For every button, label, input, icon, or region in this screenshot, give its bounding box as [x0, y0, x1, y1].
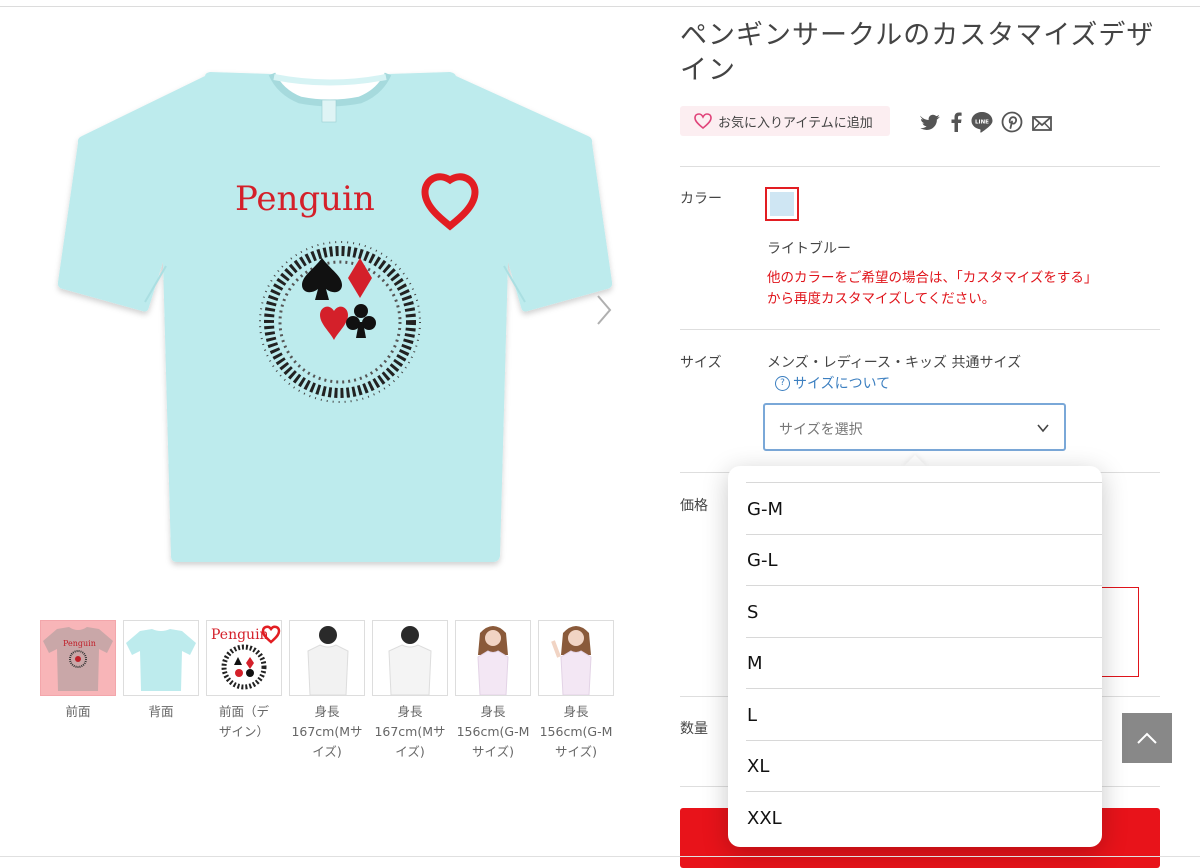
size-option-xl[interactable]: XL	[746, 741, 1102, 792]
color-note: 他のカラーをご希望の場合は、「カスタマイズをする」 から再度カスタマイズしてくだ…	[767, 268, 1167, 310]
size-option-label: S	[747, 602, 759, 623]
price-option-box[interactable]	[1100, 587, 1139, 677]
thumbnail-label: 前面	[65, 704, 91, 719]
size-select-placeholder: サイズを選択	[779, 422, 863, 438]
thumbnail-design-image[interactable]: Penguin	[206, 620, 282, 696]
penguin-print-text: Penguin	[235, 179, 375, 219]
thumbnail-front-image[interactable]: Penguin	[40, 620, 116, 696]
size-select[interactable]: サイズを選択	[763, 403, 1066, 451]
thumbnail-model-image[interactable]	[455, 620, 531, 696]
dropdown-separator	[746, 688, 1102, 689]
size-guide-link[interactable]: ? サイズについて	[775, 373, 890, 393]
twitter-icon[interactable]	[920, 110, 942, 134]
svg-text:Penguin: Penguin	[63, 639, 96, 648]
size-option-label: M	[747, 653, 763, 674]
facebook-icon[interactable]	[948, 110, 964, 134]
color-note-line: から再度カスタマイズしてください。	[767, 291, 996, 307]
scroll-to-top-button[interactable]	[1122, 713, 1172, 763]
size-label: サイズ	[680, 355, 722, 371]
thumbnail-item[interactable]: Penguin 前面	[40, 620, 116, 722]
thumbnail-item[interactable]: 身長167cm(Mサイズ)	[372, 620, 448, 762]
thumbnail-item[interactable]: 身長156cm(G-Mサイズ)	[455, 620, 531, 762]
thumbnail-item[interactable]: Penguin 前面（デザイン）	[206, 620, 282, 742]
size-option-xxl[interactable]: XXL	[746, 793, 1102, 844]
size-option-label: G-L	[747, 550, 778, 571]
thumbnail-label: 身長167cm(Mサイズ)	[374, 704, 446, 759]
dropdown-separator	[746, 482, 1102, 483]
thumbnail-label: 身長156cm(G-Mサイズ)	[539, 704, 613, 759]
thumbnail-list: Penguin 前面 背面 Penguin 前面（デザイン） 身長167cm(M…	[40, 620, 620, 770]
quantity-label: 数量	[680, 721, 708, 737]
question-icon: ?	[775, 375, 790, 391]
swatch-fill	[770, 192, 794, 216]
svg-text:Penguin: Penguin	[211, 627, 269, 643]
thumbnail-item[interactable]: 身長156cm(G-Mサイズ)	[538, 620, 614, 762]
product-title: ペンギンサークルのカスタマイズデザイン	[680, 20, 1155, 86]
product-main-image[interactable]: Penguin	[40, 30, 630, 590]
dropdown-separator	[746, 585, 1102, 586]
color-label: カラー	[680, 191, 722, 207]
thumbnail-model-image[interactable]	[372, 620, 448, 696]
next-image-arrow-icon[interactable]	[592, 290, 618, 330]
size-guide-label: サイズについて	[793, 376, 891, 392]
thumbnail-label: 身長167cm(Mサイズ)	[291, 704, 363, 759]
size-option-l[interactable]: L	[746, 690, 1102, 741]
top-divider	[0, 6, 1200, 7]
size-option-g-l[interactable]: G-L	[746, 535, 1102, 586]
pinterest-icon[interactable]	[1001, 110, 1023, 134]
size-option-label: XXL	[747, 808, 782, 829]
size-option-m[interactable]: M	[746, 638, 1102, 689]
thumbnail-label: 前面（デザイン）	[218, 704, 269, 739]
price-label: 価格	[680, 498, 708, 514]
favorite-label: お気に入りアイテムに追加	[718, 115, 873, 131]
mail-icon[interactable]	[1031, 110, 1053, 134]
size-option-s[interactable]: S	[746, 587, 1102, 638]
line-icon[interactable]: LINE	[970, 110, 994, 134]
size-dropdown-list: G-M G-L S M L XL XXL	[728, 466, 1102, 847]
add-to-favorites-button[interactable]: お気に入りアイテムに追加	[680, 106, 890, 136]
size-option-label: G-M	[747, 499, 783, 520]
color-note-line: 他のカラーをご希望の場合は、「カスタマイズをする」	[767, 270, 1098, 286]
size-option-g-m[interactable]: G-M	[746, 484, 1102, 535]
size-option-label: XL	[747, 756, 770, 777]
color-swatch-light-blue[interactable]	[765, 187, 799, 221]
heart-icon	[694, 113, 712, 129]
chevron-up-icon	[1137, 732, 1157, 744]
thumbnail-item[interactable]: 背面	[123, 620, 199, 722]
size-type: メンズ・レディース・キッズ 共通サイズ	[767, 355, 1022, 371]
thumbnail-item[interactable]: 身長167cm(Mサイズ)	[289, 620, 365, 762]
thumbnail-model-image[interactable]	[289, 620, 365, 696]
thumbnail-label: 身長156cm(G-Mサイズ)	[456, 704, 530, 759]
svg-text:LINE: LINE	[975, 120, 989, 126]
bottom-divider	[0, 856, 1200, 857]
thumbnail-model-image[interactable]	[538, 620, 614, 696]
color-name: ライトブルー	[767, 241, 851, 257]
section-divider	[680, 329, 1160, 330]
thumbnail-label: 背面	[148, 704, 174, 719]
size-option-label: L	[747, 705, 758, 726]
chevron-down-icon	[1037, 424, 1049, 433]
dropdown-separator	[746, 791, 1102, 792]
section-divider	[680, 166, 1160, 167]
thumbnail-back-image[interactable]	[123, 620, 199, 696]
